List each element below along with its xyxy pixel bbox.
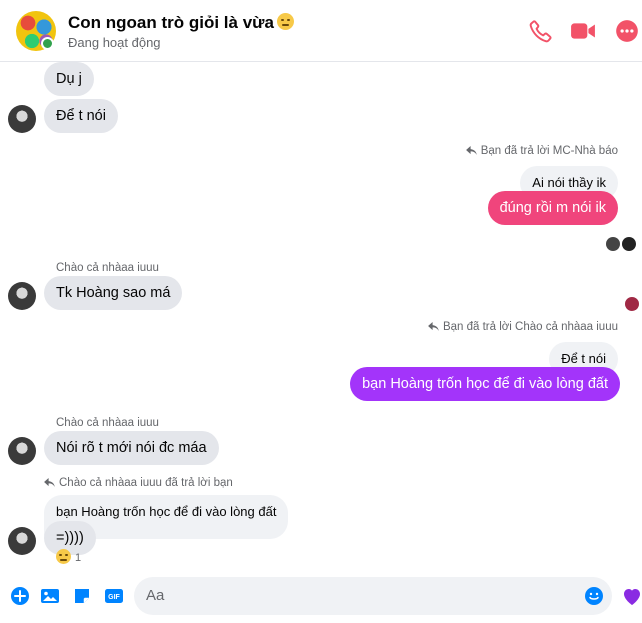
incoming-message[interactable]: Tk Hoàng sao má (44, 276, 183, 310)
sender-avatar[interactable] (8, 527, 36, 555)
sender-avatar[interactable] (8, 282, 36, 310)
reply-arrow-icon (44, 478, 55, 487)
video-call-icon[interactable] (570, 18, 596, 44)
sticker-icon[interactable] (72, 586, 92, 606)
sender-name: Chào cả nhàaa iuuu (56, 417, 159, 429)
active-status: Đang hoạt động (68, 35, 161, 50)
message-reaction[interactable]: 1 (56, 549, 81, 565)
relieved-face-reaction-icon (56, 549, 71, 564)
message-input-placeholder: Aa (146, 587, 165, 604)
sender-avatar[interactable] (8, 105, 36, 133)
reply-indicator: Bạn đã trả lời MC-Nhà báo (465, 145, 618, 157)
sender-name: Chào cả nhàaa iuuu (56, 262, 159, 274)
reaction-count: 1 (75, 552, 82, 564)
incoming-message[interactable]: Dụ j (44, 62, 94, 96)
reply-arrow-icon (465, 146, 477, 155)
reply-indicator: Bạn đã trả lời Chào cả nhàaa iuuu (428, 321, 618, 333)
message-list[interactable]: Dụ j Để t nói Bạn đã trả lời MC-Nhà báo … (0, 62, 642, 572)
relieved-face-emoji-icon (276, 13, 294, 30)
outgoing-message[interactable]: bạn Hoàng trốn học để đi vào lòng đất (350, 367, 620, 401)
outgoing-message[interactable]: đúng rồi m nói ik (487, 191, 618, 225)
online-status-dot (41, 37, 54, 50)
phone-icon[interactable] (528, 18, 554, 44)
svg-text:GIF: GIF (108, 594, 120, 601)
emoji-picker-icon[interactable] (584, 586, 604, 606)
seen-avatar (606, 237, 620, 251)
chat-title[interactable]: Con ngoan trò giỏi là vừa (68, 13, 294, 33)
reply-arrow-icon (428, 322, 439, 331)
chat-header: Con ngoan trò giỏi là vừa Đang hoạt động (0, 0, 642, 62)
sender-avatar[interactable] (8, 437, 36, 465)
reply-indicator-text: Chào cả nhàaa iuuu đã trả lời bạn (59, 477, 233, 489)
reply-indicator-text: Bạn đã trả lời MC-Nhà báo (480, 145, 618, 157)
chat-title-text: Con ngoan trò giỏi là vừa (68, 13, 274, 32)
plus-circle-icon[interactable] (10, 586, 30, 606)
incoming-message[interactable]: Nói rõ t mới nói đc máa (44, 431, 219, 465)
seen-avatar (622, 237, 636, 251)
heart-icon[interactable] (620, 584, 642, 608)
image-icon[interactable] (40, 586, 60, 606)
reply-indicator-text: Bạn đã trả lời Chào cả nhàaa iuuu (442, 321, 618, 333)
incoming-message[interactable]: Để t nói (44, 99, 118, 133)
seen-avatar (625, 297, 639, 311)
message-input[interactable]: Aa (134, 577, 612, 615)
more-options-icon[interactable] (614, 18, 640, 44)
gif-icon[interactable]: GIF (104, 586, 124, 606)
message-composer: GIF Aa (0, 572, 642, 623)
reply-indicator: Chào cả nhàaa iuuu đã trả lời bạn (44, 477, 233, 489)
